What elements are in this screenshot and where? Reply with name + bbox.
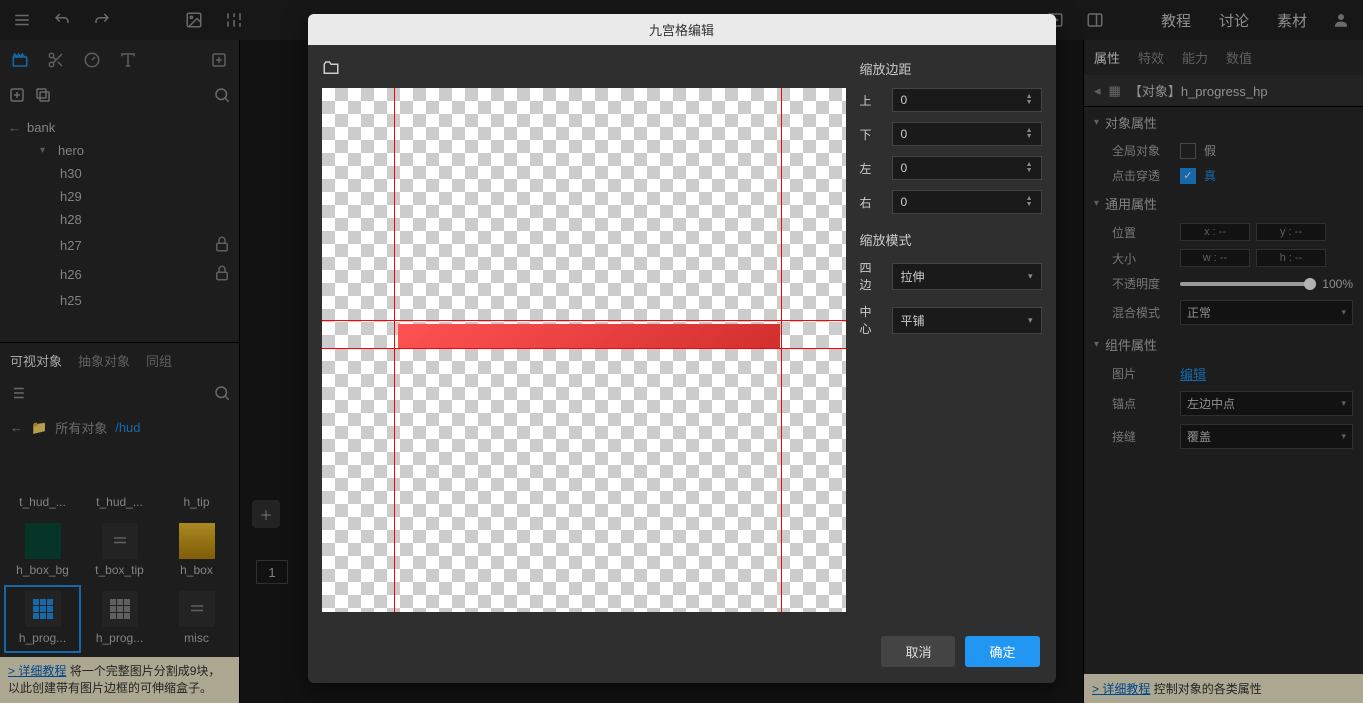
cancel-button[interactable]: 取消 xyxy=(881,636,955,667)
input-margin-left[interactable]: 0▲▼ xyxy=(892,156,1042,180)
input-margin-bottom[interactable]: 0▲▼ xyxy=(892,122,1042,146)
modal-open-folder-icon[interactable] xyxy=(322,59,846,80)
modal-overlay: 九宫格编辑 缩放边距 上 0▲▼ xyxy=(0,0,1363,703)
modal-title: 九宫格编辑 xyxy=(308,14,1056,45)
slice-left-line[interactable] xyxy=(394,88,395,612)
slice-content-bar xyxy=(398,324,780,348)
slice-top-line[interactable] xyxy=(322,320,846,321)
input-margin-top[interactable]: 0▲▼ xyxy=(892,88,1042,112)
margin-bottom-row: 下 0▲▼ xyxy=(860,122,1042,146)
nine-slice-canvas[interactable] xyxy=(322,88,846,612)
nine-slice-modal: 九宫格编辑 缩放边距 上 0▲▼ xyxy=(308,14,1056,683)
ok-button[interactable]: 确定 xyxy=(965,636,1039,667)
margin-left-row: 左 0▲▼ xyxy=(860,156,1042,180)
slice-right-line[interactable] xyxy=(781,88,782,612)
margin-top-row: 上 0▲▼ xyxy=(860,88,1042,112)
modal-margin-section: 缩放边距 xyxy=(860,59,1042,78)
select-mode-sides[interactable]: 拉伸▾ xyxy=(892,263,1042,290)
margin-right-row: 右 0▲▼ xyxy=(860,190,1042,214)
slice-bottom-line[interactable] xyxy=(322,348,846,349)
mode-center-row: 中心 平铺▾ xyxy=(860,303,1042,337)
select-mode-center[interactable]: 平铺▾ xyxy=(892,307,1042,334)
modal-mode-section: 缩放模式 xyxy=(860,230,1042,249)
mode-sides-row: 四边 拉伸▾ xyxy=(860,259,1042,293)
input-margin-right[interactable]: 0▲▼ xyxy=(892,190,1042,214)
modal-footer: 取消 确定 xyxy=(308,626,1056,683)
